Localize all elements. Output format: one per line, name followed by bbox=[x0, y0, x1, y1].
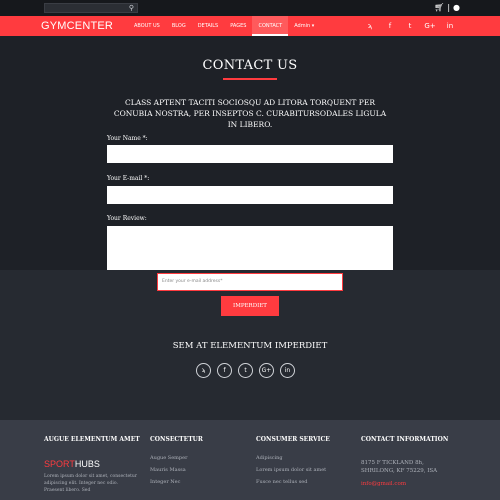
email-field[interactable] bbox=[107, 186, 393, 204]
nav-item-about-us[interactable]: ABOUT US bbox=[128, 16, 166, 36]
footer-col-about: AUGUE ELEMENTUM AMET SPORTHUBS Lorem ips… bbox=[44, 436, 154, 494]
logo[interactable]: GYMCENTER bbox=[41, 18, 113, 34]
separator: | bbox=[447, 3, 451, 12]
footer-heading: AUGUE ELEMENTUM AMET bbox=[44, 436, 140, 443]
title-underline bbox=[223, 78, 277, 80]
search-icon[interactable]: ⚲ bbox=[129, 4, 134, 13]
footer-link[interactable]: Augue Semper bbox=[150, 452, 260, 464]
footer-about-text: Lorem ipsum dolor sit amet, consectetur … bbox=[44, 474, 137, 493]
brand-hubs: HUBS bbox=[74, 459, 100, 469]
facebook-icon[interactable]: f bbox=[380, 16, 400, 36]
review-label: Your Review: bbox=[107, 215, 147, 222]
footer-heading: CONTACT INFORMATION bbox=[361, 436, 449, 443]
footer-email-link[interactable]: info@gmail.com bbox=[361, 480, 471, 488]
nav-item-contact[interactable]: CONTACT bbox=[252, 16, 289, 36]
footer-link[interactable]: Mauris Massa bbox=[150, 464, 260, 476]
brand-sport: SPORT bbox=[44, 459, 75, 469]
footer-address-line1: 8175 F TICKLAND 8h, bbox=[361, 460, 424, 466]
cart-icon[interactable]: 🛒︎ bbox=[434, 3, 444, 12]
user-icon[interactable]: ● bbox=[453, 3, 460, 12]
top-icons: 🛒︎ | ● bbox=[431, 2, 460, 14]
footer-link[interactable]: Fusce nec tellus sed bbox=[256, 476, 366, 488]
footer-heading: CONSECTETUR bbox=[150, 436, 203, 443]
review-textarea[interactable] bbox=[107, 226, 393, 270]
footer-brand-logo[interactable]: SPORTHUBS bbox=[44, 459, 154, 469]
footer-link[interactable]: Adipiscing bbox=[256, 452, 366, 464]
name-field[interactable] bbox=[107, 145, 393, 163]
subscribe-button[interactable]: IMPERDIET bbox=[221, 296, 279, 316]
nav-item-pages[interactable]: PAGES bbox=[224, 16, 252, 36]
google-plus-icon[interactable]: G+ bbox=[420, 16, 440, 36]
main-nav: ABOUT US BLOG DETAILS PAGES CONTACT Admi… bbox=[128, 16, 320, 36]
footer-address-line2: SHRILONG, KF 75229, ISA bbox=[361, 468, 438, 474]
footer-col-consumer-service: CONSUMER SERVICE Adipiscing Lorem ipsum … bbox=[256, 436, 366, 488]
linkedin-icon[interactable]: in bbox=[280, 363, 295, 378]
social-links: ϡ f t G+ in bbox=[196, 363, 301, 378]
rss-icon[interactable]: ϡ bbox=[196, 363, 211, 378]
nav-item-admin[interactable]: Admin ▾ bbox=[288, 16, 320, 36]
rss-icon[interactable]: ϡ bbox=[360, 16, 380, 36]
subscribe-email-input[interactable]: Enter your e-mail address* bbox=[157, 273, 343, 291]
search-input[interactable]: ⚲ bbox=[44, 3, 138, 13]
intro-text: CLASS APTENT TACITI SOCIOSQU AD LITORA T… bbox=[113, 98, 387, 129]
nav-item-blog[interactable]: BLOG bbox=[166, 16, 192, 36]
footer-link[interactable]: Lorem ipsum dolor sit amet bbox=[256, 464, 366, 476]
nav-social-links: ϡ f t G+ in bbox=[360, 16, 460, 36]
twitter-icon[interactable]: t bbox=[400, 16, 420, 36]
social-title: SEM AT ELEMENTUM IMPERDIET bbox=[172, 341, 328, 351]
email-label: Your E-mail *: bbox=[107, 175, 150, 182]
nav-item-details[interactable]: DETAILS bbox=[192, 16, 225, 36]
linkedin-icon[interactable]: in bbox=[440, 16, 460, 36]
twitter-icon[interactable]: t bbox=[238, 363, 253, 378]
footer-link[interactable]: Integer Nec bbox=[150, 476, 260, 488]
name-label: Your Name *: bbox=[107, 135, 148, 142]
page-title: CONTACT US bbox=[202, 58, 298, 73]
facebook-icon[interactable]: f bbox=[217, 363, 232, 378]
google-plus-icon[interactable]: G+ bbox=[259, 363, 274, 378]
footer-heading: CONSUMER SERVICE bbox=[256, 436, 330, 443]
footer-col-consectetur: CONSECTETUR Augue Semper Mauris Massa In… bbox=[150, 436, 260, 488]
footer-col-contact: CONTACT INFORMATION 8175 F TICKLAND 8h, … bbox=[361, 436, 471, 488]
